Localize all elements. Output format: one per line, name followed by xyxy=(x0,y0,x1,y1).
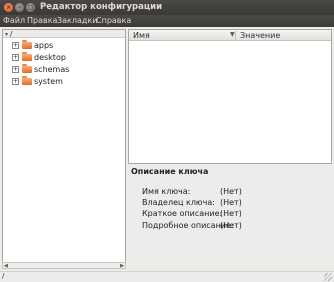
tree-item-label: system xyxy=(34,77,63,86)
tree-item-apps[interactable]: + apps xyxy=(3,40,125,51)
column-header-value[interactable]: Значение xyxy=(240,31,280,40)
column-header-name[interactable]: Имя xyxy=(133,31,150,40)
config-editor-window: × – □ Редактор конфигурации Файл Правка … xyxy=(0,0,334,282)
expand-icon[interactable]: + xyxy=(12,78,19,85)
sort-down-icon: ▼ xyxy=(230,31,235,38)
expand-icon[interactable]: + xyxy=(12,42,19,49)
menu-bar: Файл Правка Закладки Справка xyxy=(0,15,334,27)
tree-horizontal-scrollbar[interactable]: ◀ ▶ xyxy=(2,262,126,269)
scroll-right-icon[interactable]: ▶ xyxy=(120,263,124,269)
description-label: Краткое описание: xyxy=(142,209,223,218)
key-description-pane: Описание ключа Имя ключа: (Нет) Владелец… xyxy=(128,166,332,269)
scroll-left-icon[interactable]: ◀ xyxy=(4,263,8,269)
folder-icon xyxy=(22,40,32,49)
description-value: (Нет) xyxy=(220,198,242,207)
keys-list-header: Имя ▼ Значение xyxy=(129,30,331,41)
minimize-icon[interactable]: – xyxy=(15,3,24,12)
tree-item-desktop[interactable]: + desktop xyxy=(3,52,125,63)
tree-root-label: / xyxy=(10,30,13,38)
description-value: (Нет) xyxy=(220,221,242,230)
description-row-key-name: Имя ключа: (Нет) xyxy=(128,187,332,198)
tree-item-label: apps xyxy=(34,41,54,50)
folder-icon xyxy=(22,52,32,61)
description-label: Владелец ключа: xyxy=(142,198,215,207)
tree-item-label: schemas xyxy=(34,65,70,74)
status-bar: / xyxy=(0,271,334,282)
tree-item-system[interactable]: + system xyxy=(3,76,125,87)
tree-item-schemas[interactable]: + schemas xyxy=(3,64,125,75)
expand-icon[interactable]: + xyxy=(12,54,19,61)
window-title: Редактор конфигурации xyxy=(40,2,163,12)
description-row-short: Краткое описание: (Нет) xyxy=(128,209,332,220)
description-row-owner: Владелец ключа: (Нет) xyxy=(128,198,332,209)
expand-icon[interactable]: + xyxy=(12,66,19,73)
folder-icon xyxy=(22,64,32,73)
description-title: Описание ключа xyxy=(131,167,209,176)
description-row-long: Подробное описание: (Нет) xyxy=(128,221,332,232)
description-label: Имя ключа: xyxy=(142,187,191,196)
menu-edit[interactable]: Правка xyxy=(27,16,57,25)
status-path: / xyxy=(2,272,5,280)
tree-root-icon: ▾ xyxy=(5,31,9,38)
resize-grip-icon[interactable] xyxy=(324,273,332,281)
menu-help[interactable]: Справка xyxy=(96,16,131,25)
directory-tree[interactable]: ▾ / + apps + desktop + schemas + system xyxy=(2,29,126,269)
maximize-icon[interactable]: □ xyxy=(26,3,35,12)
column-divider[interactable] xyxy=(235,31,236,40)
menu-bookmarks[interactable]: Закладки xyxy=(57,16,97,25)
tree-item-label: desktop xyxy=(34,53,66,62)
title-bar[interactable]: × – □ Редактор конфигурации xyxy=(0,0,334,15)
folder-icon xyxy=(22,76,32,85)
close-icon[interactable]: × xyxy=(4,3,13,12)
keys-list[interactable]: Имя ▼ Значение xyxy=(128,29,332,164)
tree-root-row[interactable]: ▾ / xyxy=(3,30,125,38)
description-value: (Нет) xyxy=(220,187,242,196)
description-value: (Нет) xyxy=(220,209,242,218)
menu-file[interactable]: Файл xyxy=(3,16,25,25)
